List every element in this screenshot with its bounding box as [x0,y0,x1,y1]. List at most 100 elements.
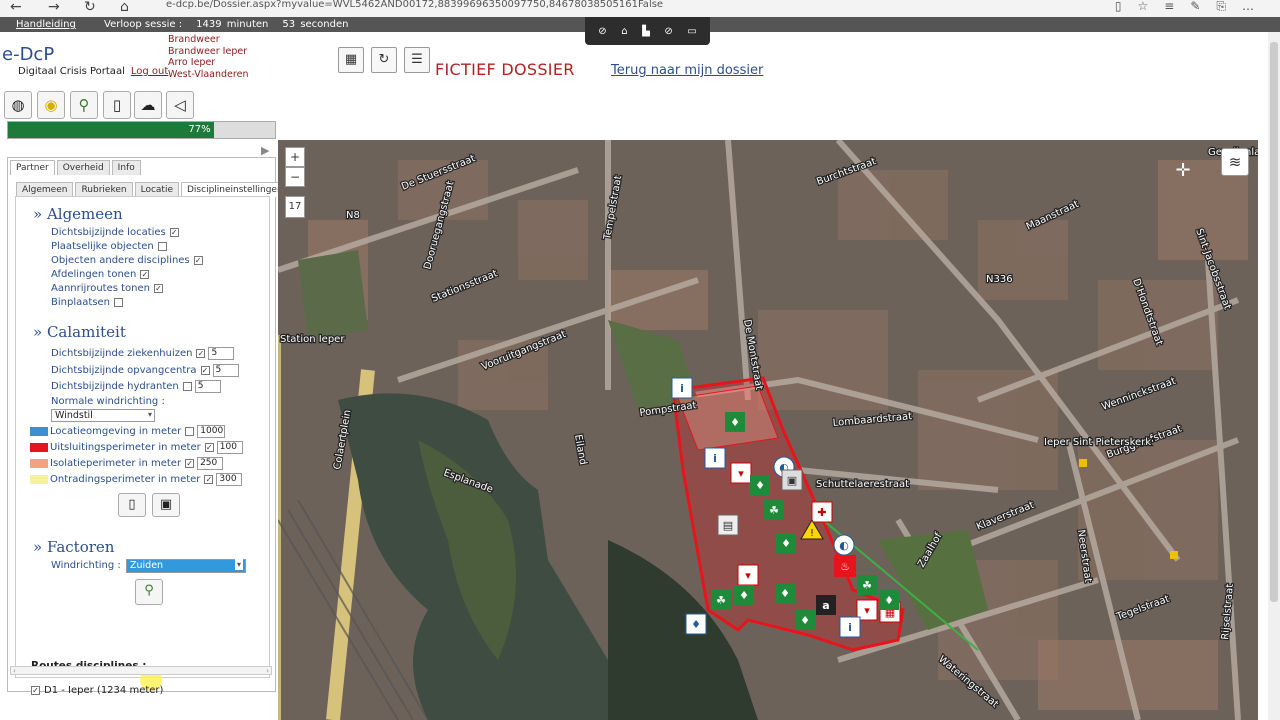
color-swatch [30,427,48,436]
svg-text:♦: ♦ [800,614,810,627]
svg-text:♦: ♦ [730,416,740,429]
page-scrollbar[interactable] [1268,32,1280,720]
svg-text:i: i [680,382,684,395]
checkbox[interactable]: ✓ [154,284,163,293]
location-pin-icon[interactable]: ⚲ [70,91,98,119]
home-icon[interactable]: ⌂ [120,0,129,14]
checkbox[interactable] [182,382,192,391]
zoom-in-button[interactable]: + [285,147,305,167]
checkbox[interactable]: ✓ [169,228,179,237]
number-input[interactable]: 5 [194,380,221,393]
url-bar[interactable]: e-dcp.be/Dossier.aspx?myvalue=WVL5462AND… [166,0,663,10]
tab-locatie[interactable]: Locatie [134,182,179,197]
organisation-list: Brandweer Brandweer Ieper Arro Ieper Wes… [168,34,248,80]
browser-toolbar-icons[interactable]: ▯☆≡✎⎘… [1115,0,1270,12]
svg-text:▾: ▾ [745,569,751,582]
number-input[interactable]: 250 [197,457,224,470]
progress-fill: 77% [8,122,214,138]
tab-disciplineinstellingen[interactable]: Disciplineinstellingen [181,182,289,197]
tab-overheid[interactable]: Overheid [56,160,110,175]
windrichting-select[interactable]: Zuiden ▾ [126,559,246,573]
section-factoren-title: Factoren [33,538,115,556]
svg-text:▤: ▤ [723,519,733,532]
mobile-icon[interactable]: ▯ [118,493,146,517]
number-input[interactable]: 5 [208,347,235,360]
keyboard-icon[interactable]: ▭ [687,26,696,37]
location-pin-icon[interactable]: ⚲ [135,579,163,605]
number-input[interactable]: 100 [216,441,243,454]
setting-row: Objecten andere disciplines ✓ [51,255,203,266]
cloud-icon[interactable]: ☁ [134,91,162,119]
svg-text:♦: ♦ [884,594,894,607]
tab-info[interactable]: Info [111,160,141,175]
street-label: Schuttelaerestraat [816,479,909,490]
progress-bar: 77% [7,121,276,139]
org-item: Brandweer Ieper [168,45,248,57]
side-panel: Partner Overheid Info Algemeen Rubrieken… [7,157,289,696]
checkbox[interactable]: ✓ [185,459,195,468]
handleiding-link[interactable]: Handleiding [16,17,76,32]
checkbox[interactable] [185,427,195,436]
checkbox[interactable]: ✓ [31,686,40,695]
expand-panel-icon[interactable]: ▶ [261,144,269,157]
svg-text:☘: ☘ [769,504,779,517]
perimeter-row: Locatieomgeving in meter 1000 [30,425,226,438]
chevron-down-icon: ▾ [147,410,152,419]
tab-rubrieken[interactable]: Rubrieken [75,182,133,197]
chevron-down-icon: ▾ [234,559,243,570]
checkbox[interactable]: ✓ [196,349,206,358]
block-icon[interactable]: ⊘ [664,26,672,37]
forward-arrow-icon[interactable]: → [48,0,60,14]
logo: e-DcP [2,44,55,65]
wind-label: Normale windrichting : [51,396,165,407]
org-item: Arro Ieper [168,57,216,68]
checkbox[interactable]: ✓ [204,443,214,452]
svg-text:a: a [822,599,829,612]
horizontal-scrollbar[interactable]: ‹ › [10,666,272,675]
checkbox[interactable] [157,242,167,251]
save-icon[interactable]: ▣ [152,493,180,517]
logout-link[interactable]: Log out [131,66,168,77]
globe-icon[interactable]: ◍ [4,91,32,119]
layers-icon[interactable]: ≋ [1221,148,1249,176]
list-document-icon[interactable]: ☰ [404,47,430,73]
number-input[interactable]: 5 [212,364,239,377]
pin-icon[interactable]: ⊘ [598,26,606,37]
back-to-dossier-link[interactable]: Terug naar mijn dossier [611,63,763,78]
svg-text:▾: ▾ [864,604,870,617]
target-icon[interactable]: ◉ [37,91,65,119]
settings-box: Algemeen Dichtsbijzijnde locaties✓ Plaat… [15,196,270,696]
svg-text:♦: ♦ [780,587,790,600]
color-swatch [30,475,48,484]
number-input[interactable]: 300 [216,473,243,486]
map-document-icon[interactable]: ▦ [338,47,364,73]
collapse-icon[interactable]: ◁ [166,91,194,119]
color-swatch [30,443,48,452]
zoom-out-button[interactable]: − [285,167,305,187]
number-input[interactable]: 1000 [197,425,226,438]
home-icon[interactable]: ⌂ [621,26,627,37]
log-device-icon[interactable]: ▯ [103,91,131,119]
street-label: Station Ieper [280,334,345,345]
svg-text:♨: ♨ [840,560,850,573]
checkbox[interactable]: ✓ [140,270,150,279]
back-arrow-icon[interactable]: ← [10,0,22,14]
checkbox[interactable]: ✓ [193,256,203,265]
route-item[interactable]: ✓ D1 - Ieper (1234 meter) [31,685,163,696]
wind-select[interactable]: Windstil ▾ [51,409,155,422]
dossier-title: FICTIEF DOSSIER [435,60,575,79]
checkbox[interactable]: ✓ [200,366,210,375]
map-view[interactable]: i ♦ i ▾ ♦ ◐ ▣ ▤ ☘ ✚ ! ♦ ◐ ♨ ▾ ☘ ♦ ♦ ☘ a … [278,140,1258,720]
refresh-document-icon[interactable]: ↻ [371,47,397,73]
color-swatch [30,459,48,468]
floating-toolbar: ⊘ ⌂ ▙ ⊘ ▭ [585,17,710,45]
svg-text:♦: ♦ [781,537,791,550]
refresh-icon[interactable]: ↻ [84,0,96,14]
tab-algemeen[interactable]: Algemeen [16,182,74,197]
checkbox[interactable] [113,298,123,307]
tab-partner[interactable]: Partner [10,160,55,175]
checkbox[interactable]: ✓ [204,475,214,484]
setting-row: Afdelingen tonen ✓ [51,269,150,280]
scrollbar-thumb[interactable] [1270,42,1278,602]
chart-icon[interactable]: ▙ [642,26,650,37]
